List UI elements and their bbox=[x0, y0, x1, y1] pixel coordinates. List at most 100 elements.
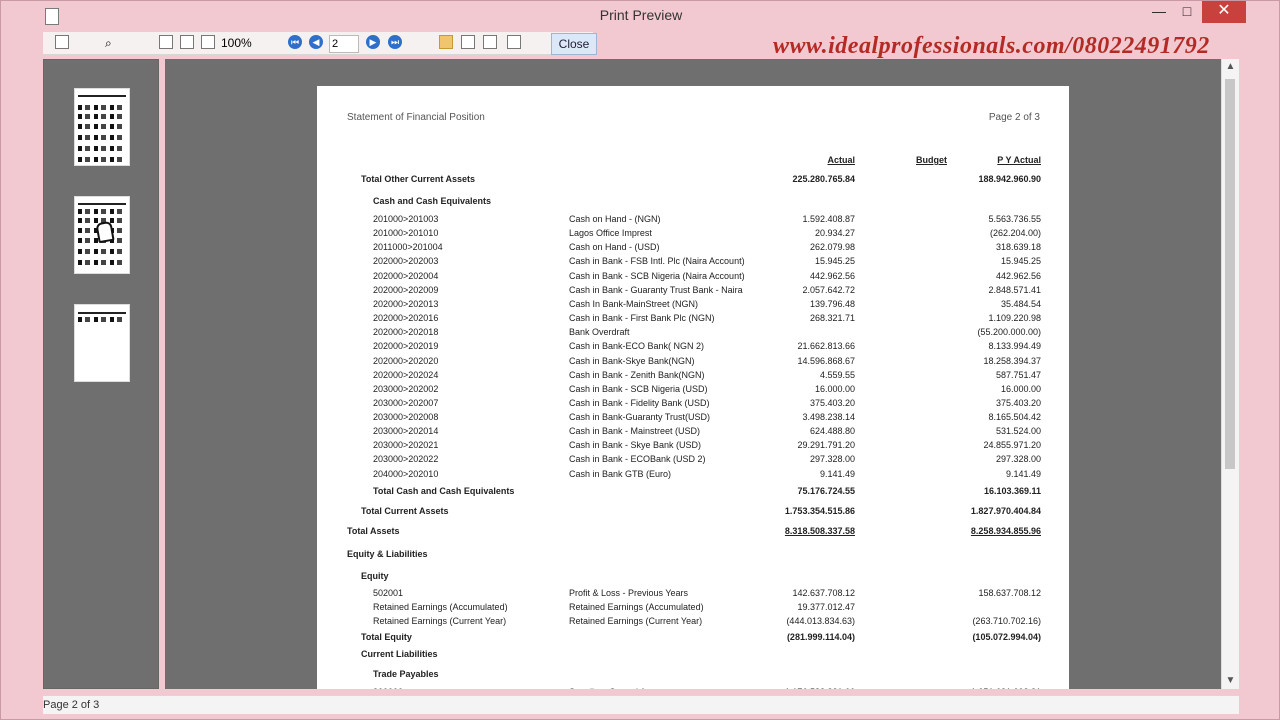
py-actual-value-cell: 188.942.960.90 bbox=[978, 174, 1041, 184]
account-code-cell: 202000>202013 bbox=[373, 299, 439, 309]
account-code-cell: Cash and Cash Equivalents bbox=[373, 196, 492, 206]
actual-value-cell: 3.498.238.14 bbox=[802, 412, 855, 422]
account-code-cell: 502001 bbox=[373, 588, 404, 598]
actual-value-cell: 1.753.354.515.86 bbox=[784, 506, 855, 516]
actual-value-cell: 21.662.813.66 bbox=[797, 341, 855, 351]
next-page-icon[interactable]: ▶ bbox=[366, 35, 380, 49]
py-actual-value-cell: 8.133.994.49 bbox=[988, 341, 1041, 351]
close-window-button[interactable]: ✕ bbox=[1202, 1, 1246, 23]
actual-value-cell: 16.000.00 bbox=[814, 384, 855, 394]
close-preview-button[interactable]: Close bbox=[551, 33, 597, 55]
actual-value-cell: 442.962.56 bbox=[809, 271, 855, 281]
py-actual-value-cell: 531.524.00 bbox=[995, 426, 1041, 436]
print-preview-window: Print Preview — □ ✕ ⌕ 100% ⏮ ◀ 2 ▶ ⏭ Clo… bbox=[0, 0, 1280, 720]
py-actual-value-cell: 16.000.00 bbox=[1000, 384, 1041, 394]
account-code-cell: Retained Earnings (Accumulated) bbox=[373, 602, 508, 612]
py-actual-value-cell: 35.484.54 bbox=[1000, 299, 1041, 309]
actual-value-cell: 225.280.765.84 bbox=[792, 174, 855, 184]
py-actual-value-cell: 18.258.394.37 bbox=[983, 356, 1041, 366]
actual-value-cell: 139.796.48 bbox=[809, 299, 855, 309]
page-thumbnails bbox=[43, 59, 159, 689]
page-thumbnail-2[interactable] bbox=[74, 196, 130, 274]
py-actual-value-cell: 5.563.736.55 bbox=[988, 214, 1041, 224]
actual-value-cell: 19.377.012.47 bbox=[797, 602, 855, 612]
account-code-cell: Total Equity bbox=[361, 632, 412, 642]
scroll-up-icon[interactable]: ▲ bbox=[1222, 59, 1239, 75]
scroll-thumb[interactable] bbox=[1225, 79, 1235, 469]
account-code-cell: 201000>201003 bbox=[373, 214, 439, 224]
account-description-cell: Bank Overdraft bbox=[569, 327, 630, 337]
two-page-icon[interactable] bbox=[461, 35, 475, 49]
report-data-row: 203000>202014 Cash in Bank - Mainstreet (… bbox=[347, 426, 1041, 440]
py-actual-value-cell: 8.165.504.42 bbox=[988, 412, 1041, 422]
py-actual-value-cell: (105.072.994.04) bbox=[972, 632, 1041, 642]
print-icon[interactable] bbox=[55, 35, 69, 49]
actual-value-cell: 268.321.71 bbox=[809, 313, 855, 323]
preview-pane[interactable]: Statement of Financial Position Page 2 o… bbox=[165, 59, 1221, 689]
page-thumbnail-3[interactable] bbox=[74, 304, 130, 382]
four-page-icon[interactable] bbox=[507, 35, 521, 49]
report-section-row: Equity bbox=[347, 571, 1041, 585]
account-code-cell: 203000>202014 bbox=[373, 426, 439, 436]
account-code-cell: 203000>202007 bbox=[373, 398, 439, 408]
report-section-row: Current Liabilities bbox=[347, 649, 1041, 663]
maximize-button[interactable]: □ bbox=[1174, 1, 1200, 23]
account-code-cell: 204000>202010 bbox=[373, 469, 439, 479]
vertical-scrollbar[interactable]: ▲ ▼ bbox=[1221, 59, 1239, 689]
report-data-row: 502001 Profit & Loss - Previous Years 142.… bbox=[347, 588, 1041, 602]
py-actual-value-cell: (262.204.00) bbox=[989, 228, 1041, 238]
actual-value-cell: 1.592.408.87 bbox=[802, 214, 855, 224]
report-page: Statement of Financial Position Page 2 o… bbox=[317, 86, 1069, 689]
website-watermark: www.idealprofessionals.com/08022491792 bbox=[773, 33, 1210, 59]
zoom-value[interactable]: 100% bbox=[221, 35, 252, 51]
actual-column-header: Actual bbox=[827, 155, 855, 165]
account-code-cell: 202000>202019 bbox=[373, 341, 439, 351]
report-data-row: 202000>202009 Cash in Bank - Guaranty Tru… bbox=[347, 285, 1041, 299]
report-data-row: 202000>202019 Cash in Bank-ECO Bank( NGN … bbox=[347, 341, 1041, 355]
report-data-row: 2011000>201004 Cash on Hand - (USD) 262.07… bbox=[347, 242, 1041, 256]
first-page-icon[interactable]: ⏮ bbox=[288, 35, 302, 49]
report-data-row: 202000>202004 Cash in Bank - SCB Nigeria … bbox=[347, 271, 1041, 285]
account-code-cell: 2011000>201004 bbox=[373, 242, 443, 252]
report-data-row: 202000>202020 Cash in Bank-Skye Bank(NGN)… bbox=[347, 356, 1041, 370]
account-code-cell: Total Cash and Cash Equivalents bbox=[373, 486, 515, 496]
report-data-row: 202000>202003 Cash in Bank - FSB Intl. Pl… bbox=[347, 256, 1041, 270]
search-icon[interactable]: ⌕ bbox=[105, 35, 112, 51]
preview-toolbar: ⌕ 100% ⏮ ◀ 2 ▶ ⏭ Close bbox=[43, 32, 597, 55]
actual-value-cell: 297.328.00 bbox=[809, 454, 855, 464]
py-actual-value-cell: 442.962.56 bbox=[995, 271, 1041, 281]
scroll-down-icon[interactable]: ▼ bbox=[1222, 673, 1239, 689]
actual-value-cell: 4.559.55 bbox=[819, 370, 855, 380]
py-actual-value-cell: (55.200.000.00) bbox=[977, 327, 1041, 337]
report-data-row: 202000>202018 Bank Overdraft (55.200.000.0… bbox=[347, 327, 1041, 341]
py-actual-value-cell: 2.848.571.41 bbox=[988, 285, 1041, 295]
actual-value-cell: 9.141.49 bbox=[819, 469, 855, 479]
py-actual-column-header: P Y Actual bbox=[997, 155, 1041, 165]
report-data-row: 203000>202007 Cash in Bank - Fidelity Ban… bbox=[347, 398, 1041, 412]
scale-icon[interactable] bbox=[180, 35, 194, 49]
report-data-row: 204000>202010 Cash in Bank GTB (Euro) 9.14… bbox=[347, 469, 1041, 483]
report-data-row: Total Current Assets 1.753.354.515.86 1.82… bbox=[347, 506, 1041, 520]
window-title: Print Preview bbox=[599, 7, 683, 23]
account-code-cell: 203000>202002 bbox=[373, 384, 439, 394]
page-setup-icon[interactable] bbox=[159, 35, 173, 49]
page-thumbnail-1[interactable] bbox=[74, 88, 130, 166]
single-page-icon[interactable] bbox=[439, 35, 453, 49]
minimize-button[interactable]: — bbox=[1144, 1, 1174, 23]
report-data-row: 203000>202008 Cash in Bank-Guaranty Trust… bbox=[347, 412, 1041, 426]
page-number-input[interactable]: 2 bbox=[329, 35, 359, 53]
py-actual-value-cell: 1.051.631.002.21 bbox=[917, 687, 1041, 689]
status-text: Page 2 of 3 bbox=[43, 699, 100, 711]
account-code-cell: Equity & Liabilities bbox=[347, 549, 428, 559]
py-actual-value-cell: 158.637.708.12 bbox=[978, 588, 1041, 598]
last-page-icon[interactable]: ⏭ bbox=[388, 35, 402, 49]
account-code-cell: 203000>202021 bbox=[373, 440, 439, 450]
actual-value-cell: 2.057.642.72 bbox=[802, 285, 855, 295]
account-code-cell: 202000>202004 bbox=[373, 271, 439, 281]
previous-page-icon[interactable]: ◀ bbox=[309, 35, 323, 49]
three-page-icon[interactable] bbox=[483, 35, 497, 49]
account-code-cell: 300000 bbox=[373, 687, 553, 689]
account-code-cell: Retained Earnings (Current Year) bbox=[373, 616, 507, 626]
zoom-icon[interactable] bbox=[201, 35, 215, 49]
actual-value-cell: 8.318.508.337.58 bbox=[784, 526, 855, 536]
